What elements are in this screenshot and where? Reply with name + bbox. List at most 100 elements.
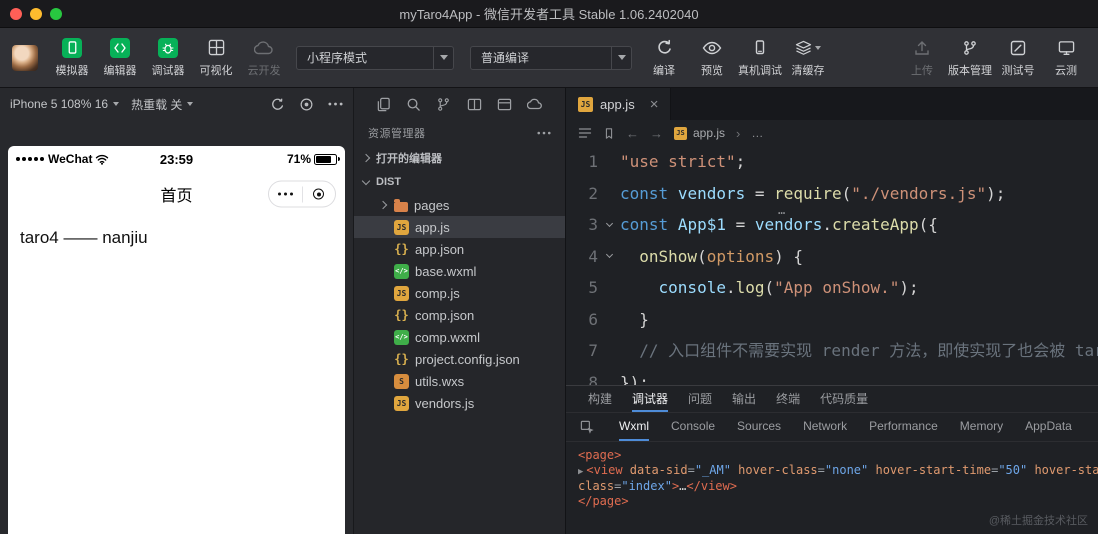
source-control-icon[interactable]: [436, 97, 451, 112]
wxml-line-2[interactable]: ▶ <view data-sid="_AM" hover-class="none"…: [578, 463, 1098, 480]
simulator-button[interactable]: 模拟器: [48, 30, 96, 86]
close-tab-icon[interactable]: ×: [650, 97, 659, 112]
clear-cache-icon: [795, 38, 812, 58]
close-window-button[interactable]: [10, 7, 22, 20]
cloud-sync-icon[interactable]: [526, 98, 543, 110]
debugger-tab-终端[interactable]: 终端: [776, 386, 800, 412]
file-item-vendors.js[interactable]: JS vendors.js: [354, 392, 565, 414]
capsule-close-icon[interactable]: [303, 188, 336, 200]
file-name: comp.wxml: [415, 329, 481, 345]
phone-screen: WeChat 23:59 71% 首页 taro4 —— nanjiu: [8, 146, 345, 534]
line-number: 5: [588, 278, 598, 297]
editor-button[interactable]: 编辑器: [96, 30, 144, 86]
visualization-icon: [208, 38, 225, 58]
debugger-tab-问题[interactable]: 问题: [688, 386, 712, 412]
device-select[interactable]: iPhone 5 108% 16: [10, 97, 120, 111]
expand-arrow-icon[interactable]: ▶: [578, 467, 583, 477]
clear-cache-button[interactable]: 清缓存: [784, 30, 832, 86]
phone-nav-bar: 首页: [8, 172, 345, 216]
devtools-tab-Sources[interactable]: Sources: [737, 413, 781, 441]
wxml-line-3[interactable]: class="index">…</view>: [578, 479, 1098, 494]
debugger-tab-代码质量[interactable]: 代码质量: [820, 386, 868, 412]
debugger-button-label: 调试器: [151, 64, 185, 77]
refresh-icon[interactable]: [270, 97, 285, 112]
open-editors-section[interactable]: 打开的编辑器: [354, 146, 565, 170]
chevron-right-icon: [361, 153, 371, 163]
upload-button[interactable]: 上传: [898, 30, 946, 86]
wxs-file-icon: S: [394, 373, 409, 389]
more-actions-icon[interactable]: [537, 131, 551, 135]
devtools-tab-AppData[interactable]: AppData: [1025, 413, 1072, 441]
file-item-pages[interactable]: pages: [354, 194, 565, 216]
device-debug-button[interactable]: 真机调试: [736, 30, 784, 86]
code-line-8: 8});: [566, 367, 1098, 386]
fold-chevron-icon[interactable]: [605, 251, 613, 259]
mode-select[interactable]: 小程序模式: [296, 45, 454, 70]
version-control-button[interactable]: 版本管理: [946, 30, 994, 86]
navigate-forward-icon[interactable]: →: [650, 126, 663, 141]
wxml-line-1[interactable]: <page>: [578, 448, 1098, 463]
outline-icon[interactable]: [578, 127, 592, 139]
inspect-element-icon[interactable]: [580, 413, 595, 441]
split-editor-icon[interactable]: [467, 97, 482, 112]
preview-button[interactable]: 预览: [688, 30, 736, 86]
test-account-button[interactable]: 测试号: [994, 30, 1042, 86]
user-avatar[interactable]: [12, 44, 38, 71]
cloud-dev-button[interactable]: 云开发: [240, 30, 288, 86]
devtools-tab-Network[interactable]: Network: [803, 413, 847, 441]
file-item-app.js[interactable]: JS app.js: [354, 216, 565, 238]
simulator-button-label: 模拟器: [55, 64, 89, 77]
navigate-back-icon[interactable]: ←: [626, 126, 639, 141]
code-line-2: 2 const vendors = require("./vendors.js")…: [566, 178, 1098, 210]
record-screen-icon[interactable]: [299, 97, 314, 112]
file-item-app.json[interactable]: {} app.json: [354, 238, 565, 260]
file-item-base.wxml[interactable]: </> base.wxml: [354, 260, 565, 282]
minimize-window-button[interactable]: [30, 7, 42, 20]
panel-layout-icon[interactable]: [497, 97, 512, 112]
miniprogram-content: taro4 —— nanjiu: [20, 228, 148, 247]
main-area: iPhone 5 108% 16 热重载 关 WeChat 23:59 71% …: [0, 88, 1098, 534]
line-number: 8: [588, 372, 598, 386]
file-item-comp.js[interactable]: JS comp.js: [354, 282, 565, 304]
chevron-right-icon: [378, 200, 388, 210]
debugger-tab-输出[interactable]: 输出: [732, 386, 756, 412]
devtools-tab-Console[interactable]: Console: [671, 413, 715, 441]
code-editor[interactable]: 1 "use strict"; 2 const vendors = require("…: [566, 146, 1098, 385]
file-item-utils.wxs[interactable]: Sutils.wxs: [354, 370, 565, 392]
file-item-project.config.json[interactable]: {} project.config.json: [354, 348, 565, 370]
preview-eye-icon: [702, 38, 722, 58]
title-bar: myTaro4App - 微信开发者工具 Stable 1.06.2402040: [0, 0, 1098, 28]
wxml-line-4[interactable]: </page>: [578, 494, 1098, 509]
debugger-tab-构建[interactable]: 构建: [588, 386, 612, 412]
line-number: 7: [588, 341, 598, 360]
breadcrumb-more[interactable]: …: [751, 126, 763, 140]
file-name: comp.json: [415, 307, 475, 323]
file-item-comp.json[interactable]: {} comp.json: [354, 304, 565, 326]
chevron-down-icon: [433, 46, 453, 69]
cloud-test-button[interactable]: 云测: [1042, 30, 1090, 86]
debugger-tab-调试器[interactable]: 调试器: [632, 386, 669, 412]
bookmark-icon[interactable]: [603, 127, 615, 140]
hot-reload-select[interactable]: 热重载 关: [131, 96, 194, 113]
file-item-comp.wxml[interactable]: </> comp.wxml: [354, 326, 565, 348]
devtools-tab-Wxml[interactable]: Wxml: [619, 413, 649, 441]
editor-tab-appjs[interactable]: JS app.js ×: [566, 88, 672, 120]
fold-chevron-icon[interactable]: [605, 219, 613, 227]
more-options-icon[interactable]: [328, 102, 343, 106]
file-name: base.wxml: [415, 263, 477, 279]
editor-panel: JS app.js × ← → JS app.js › … 1 "use stri…: [566, 88, 1098, 534]
breadcrumb-file[interactable]: JS app.js: [674, 126, 725, 140]
maximize-window-button[interactable]: [50, 7, 62, 20]
search-icon[interactable]: [406, 97, 421, 112]
devtools-tab-Performance[interactable]: Performance: [869, 413, 938, 441]
visualization-button[interactable]: 可视化: [192, 30, 240, 86]
root-folder-section[interactable]: DIST: [354, 170, 565, 194]
compile-mode-select[interactable]: 普通编译: [470, 45, 632, 70]
preview-button-label: 预览: [701, 64, 723, 77]
devtools-tab-Memory[interactable]: Memory: [960, 413, 1003, 441]
compile-button[interactable]: 编译: [640, 30, 688, 86]
explorer-header: 资源管理器: [354, 120, 565, 146]
debugger-button[interactable]: 调试器: [144, 30, 192, 86]
capsule-more-icon[interactable]: [269, 192, 302, 196]
files-icon[interactable]: [376, 97, 391, 112]
